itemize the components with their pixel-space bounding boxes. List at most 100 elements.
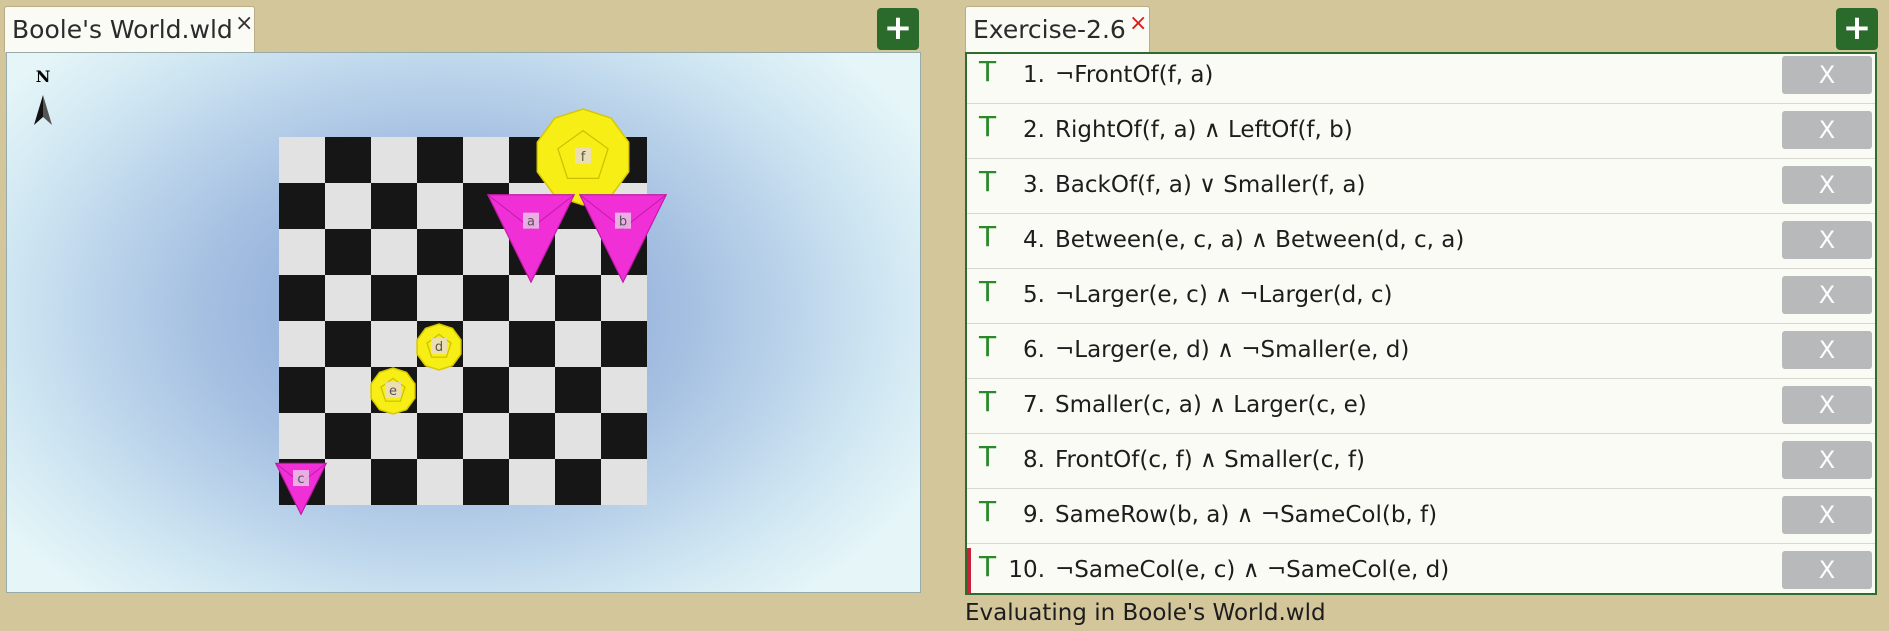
world-object-e[interactable]: e <box>370 367 416 415</box>
board-square <box>417 459 463 505</box>
truth-value: T <box>979 330 997 363</box>
sentence-row[interactable]: T 1. ¬FrontOf(f, a) X <box>967 54 1875 104</box>
board-square <box>555 229 601 275</box>
board-square <box>509 459 555 505</box>
board-square <box>371 183 417 229</box>
truth-value: T <box>979 385 997 418</box>
board-square <box>601 413 647 459</box>
truth-value: T <box>979 55 997 88</box>
world-object-label: a <box>527 215 535 230</box>
board-square <box>279 183 325 229</box>
board-square <box>417 413 463 459</box>
sentence-row[interactable]: T 5. ¬Larger(e, c) ∧ ¬Larger(d, c) X <box>967 269 1875 324</box>
sentence-row[interactable]: T 6. ¬Larger(e, d) ∧ ¬Smaller(e, d) X <box>967 324 1875 379</box>
sentence-number: 8. <box>1023 447 1045 473</box>
world-view[interactable]: N f a b d e c <box>6 52 921 593</box>
sentences-tab[interactable]: Exercise-2.6 × <box>965 6 1150 52</box>
sentence-row[interactable]: T 10. ¬SameCol(e, c) ∧ ¬SameCol(e, d) X <box>967 544 1875 593</box>
sentence-formula[interactable]: FrontOf(c, f) ∧ Smaller(c, f) <box>1055 447 1365 473</box>
sentence-row[interactable]: T 4. Between(e, c, a) ∧ Between(d, c, a) X <box>967 214 1875 269</box>
board-square <box>601 459 647 505</box>
board-square <box>463 229 509 275</box>
delete-sentence-button[interactable]: X <box>1782 276 1872 314</box>
board-square <box>463 321 509 367</box>
board-square <box>325 183 371 229</box>
world-object-label: d <box>435 340 443 355</box>
truth-value: T <box>979 275 997 308</box>
world-canvas: N f a b d e c <box>34 67 668 516</box>
delete-sentence-button[interactable]: X <box>1782 496 1872 534</box>
board-square <box>509 367 555 413</box>
board-square <box>325 459 371 505</box>
board-square <box>463 459 509 505</box>
board-square <box>555 413 601 459</box>
board-square <box>279 321 325 367</box>
board-square <box>371 459 417 505</box>
delete-sentence-button[interactable]: X <box>1782 386 1872 424</box>
add-world-button[interactable]: + <box>877 8 919 50</box>
board-square <box>325 367 371 413</box>
world-object-label: e <box>389 384 397 399</box>
truth-value: T <box>979 495 997 528</box>
truth-value: T <box>979 220 997 253</box>
board-square <box>463 137 509 183</box>
sentence-formula[interactable]: RightOf(f, a) ∧ LeftOf(f, b) <box>1055 117 1353 143</box>
board-square <box>279 413 325 459</box>
delete-sentence-button[interactable]: X <box>1782 111 1872 149</box>
sentence-row[interactable]: T 9. SameRow(b, a) ∧ ¬SameCol(b, f) X <box>967 489 1875 544</box>
board-square <box>555 321 601 367</box>
board-square <box>371 137 417 183</box>
world-object-d[interactable]: d <box>416 323 462 371</box>
board-square <box>555 275 601 321</box>
sentences-tab-close-icon[interactable]: × <box>1129 1 1147 47</box>
delete-sentence-button[interactable]: X <box>1782 551 1872 589</box>
delete-sentence-button[interactable]: X <box>1782 56 1872 94</box>
sentence-row[interactable]: T 2. RightOf(f, a) ∧ LeftOf(f, b) X <box>967 104 1875 159</box>
sentence-formula[interactable]: ¬Larger(e, d) ∧ ¬Smaller(e, d) <box>1055 337 1409 363</box>
world-tab-close-icon[interactable]: × <box>235 1 253 47</box>
world-object-f[interactable]: f <box>536 108 630 206</box>
sentence-formula[interactable]: ¬Larger(e, c) ∧ ¬Larger(d, c) <box>1055 282 1393 308</box>
delete-sentence-button[interactable]: X <box>1782 166 1872 204</box>
sentence-number: 9. <box>1023 502 1045 528</box>
truth-value: T <box>979 550 997 583</box>
status-text: Evaluating in Boole's World.wld <box>965 600 1326 626</box>
board-square <box>417 183 463 229</box>
sentence-formula[interactable]: Smaller(c, a) ∧ Larger(c, e) <box>1055 392 1367 418</box>
sentence-list: T 1. ¬FrontOf(f, a) X T 2. RightOf(f, a) ∧ Lef… <box>965 52 1877 595</box>
board-square <box>601 367 647 413</box>
compass: N <box>34 67 52 125</box>
truth-value: T <box>979 165 997 198</box>
delete-sentence-button[interactable]: X <box>1782 331 1872 369</box>
add-sentence-button[interactable]: + <box>1836 8 1878 50</box>
delete-sentence-button[interactable]: X <box>1782 441 1872 479</box>
board-square <box>463 413 509 459</box>
truth-value: T <box>979 440 997 473</box>
board-square <box>417 275 463 321</box>
board-square <box>371 275 417 321</box>
sentence-row[interactable]: T 7. Smaller(c, a) ∧ Larger(c, e) X <box>967 379 1875 434</box>
board-square <box>555 459 601 505</box>
world-tab-title: Boole's World.wld <box>12 15 233 44</box>
world-tab[interactable]: Boole's World.wld × <box>4 6 255 52</box>
sentence-formula[interactable]: ¬FrontOf(f, a) <box>1055 62 1213 88</box>
world-object-label: f <box>581 150 586 165</box>
board-square <box>325 137 371 183</box>
sentence-formula[interactable]: ¬SameCol(e, c) ∧ ¬SameCol(e, d) <box>1055 557 1449 583</box>
board-square <box>371 413 417 459</box>
sentence-number: 6. <box>1023 337 1045 363</box>
sentence-formula[interactable]: Between(e, c, a) ∧ Between(d, c, a) <box>1055 227 1464 253</box>
board-square <box>325 275 371 321</box>
board-square <box>509 275 555 321</box>
board-square <box>509 413 555 459</box>
delete-sentence-button[interactable]: X <box>1782 221 1872 259</box>
board-square <box>325 229 371 275</box>
sentence-number: 5. <box>1023 282 1045 308</box>
sentence-row[interactable]: T 3. BackOf(f, a) ∨ Smaller(f, a) X <box>967 159 1875 214</box>
sentence-row[interactable]: T 8. FrontOf(c, f) ∧ Smaller(c, f) X <box>967 434 1875 489</box>
sentence-number: 2. <box>1023 117 1045 143</box>
sentence-formula[interactable]: SameRow(b, a) ∧ ¬SameCol(b, f) <box>1055 502 1437 528</box>
sentence-formula[interactable]: BackOf(f, a) ∨ Smaller(f, a) <box>1055 172 1366 198</box>
board-square <box>509 321 555 367</box>
board-square <box>417 367 463 413</box>
